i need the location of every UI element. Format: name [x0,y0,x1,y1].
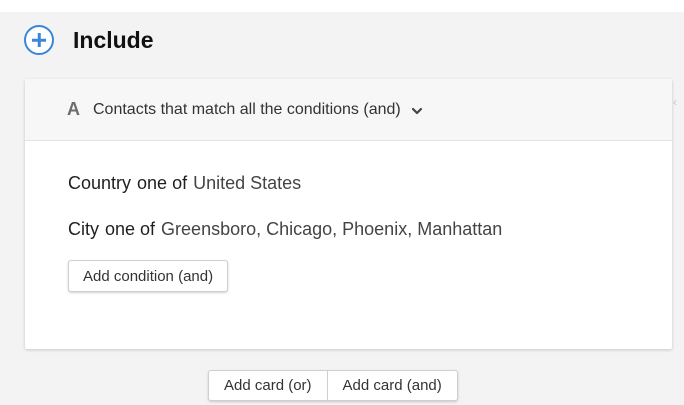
condition-row[interactable]: City one of Greensboro, Chicago, Phoenix, … [68,219,502,240]
top-strip [0,0,684,12]
match-mode-text[interactable]: Contacts that match all the conditions (… [93,101,401,119]
chevron-left-icon: ‹ [673,95,677,109]
include-section-header: Include [24,24,154,56]
add-card-and-button[interactable]: Add card (and) [327,370,458,401]
section-title: Include [73,26,154,53]
condition-value[interactable]: Greensboro, Chicago, Phoenix, Manhattan [161,219,502,239]
add-card-or-button[interactable]: Add card (or) [208,370,328,401]
card-header[interactable]: A Contacts that match all the conditions… [25,79,672,141]
condition-operator[interactable]: one of [105,219,155,239]
card-actions-group: Add card (or) Add card (and) [208,370,458,401]
condition-field[interactable]: Country [68,173,131,193]
chevron-down-icon[interactable] [411,105,423,117]
card-letter: A [67,99,80,119]
condition-field[interactable]: City [68,219,99,239]
condition-card: A Contacts that match all the conditions… [25,79,672,349]
plus-circle-icon[interactable] [24,25,54,55]
condition-operator[interactable]: one of [137,173,187,193]
condition-row[interactable]: Country one of United States [68,173,301,194]
add-condition-button[interactable]: Add condition (and) [68,260,229,292]
condition-value[interactable]: United States [193,173,301,193]
